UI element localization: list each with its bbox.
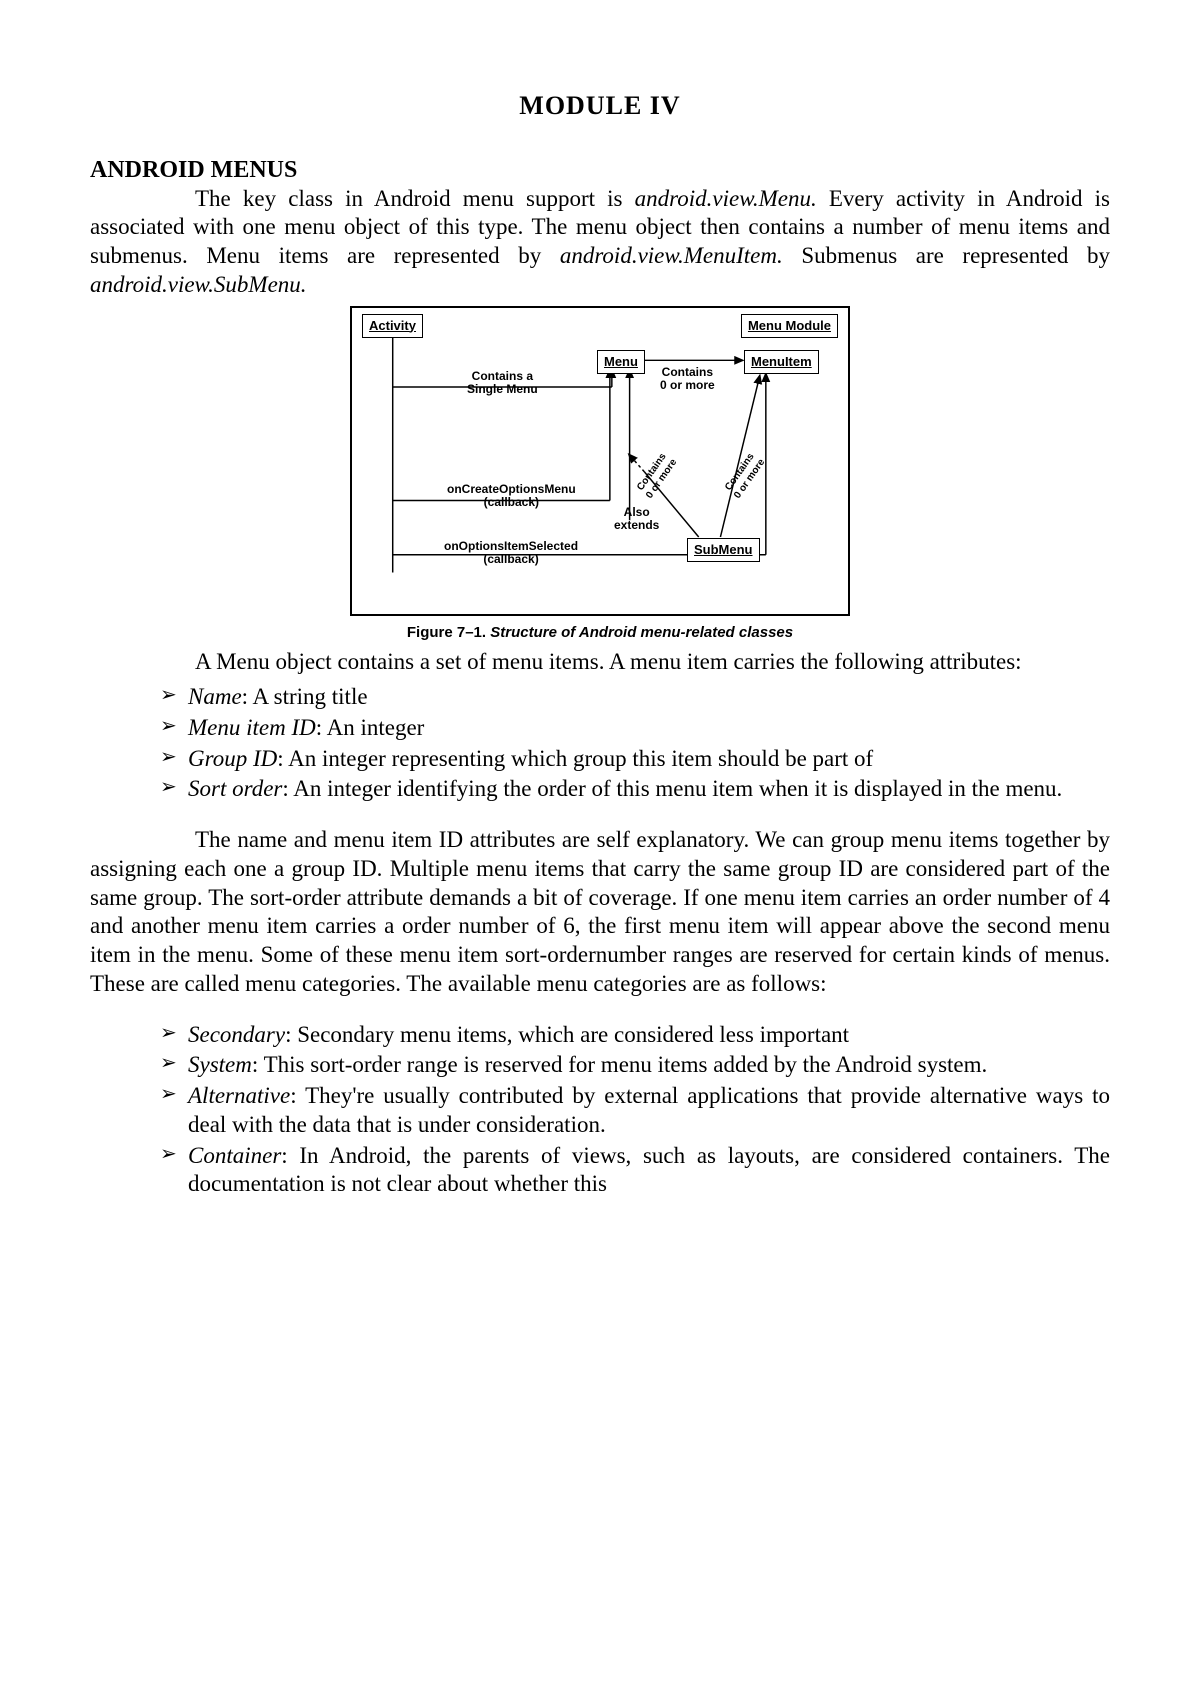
term-desc: : An integer identifying the order of th… xyxy=(282,776,1062,801)
diagram-label: Alsoextends xyxy=(614,506,659,534)
list-item: Menu item ID: An integer xyxy=(160,714,1110,743)
term: Secondary xyxy=(188,1022,285,1047)
diagram-label: Contains0 or more xyxy=(660,366,715,394)
paragraph-categories: The name and menu item ID attributes are… xyxy=(90,826,1110,999)
text: Submenus are represented by xyxy=(783,243,1110,268)
term: Sort order xyxy=(188,776,282,801)
figure-caption: Figure 7–1. Structure of Android menu-re… xyxy=(407,624,793,643)
diagram-box-menu-module: Menu Module xyxy=(741,314,838,338)
list-item: Name: A string title xyxy=(160,683,1110,712)
intro-paragraph: The key class in Android menu support is… xyxy=(90,185,1110,300)
module-title: MODULE IV xyxy=(90,90,1110,123)
text: The key class in Android menu support is xyxy=(195,186,635,211)
class-name: android.view.SubMenu. xyxy=(90,272,307,297)
categories-list: Secondary: Secondary menu items, which a… xyxy=(160,1021,1110,1200)
list-item: System: This sort-order range is reserve… xyxy=(160,1051,1110,1080)
term: Name xyxy=(188,684,242,709)
attributes-list: Name: A string titleMenu item ID: An int… xyxy=(160,683,1110,804)
term: Menu item ID xyxy=(188,715,316,740)
term-desc: : A string title xyxy=(242,684,368,709)
term: Group ID xyxy=(188,746,277,771)
diagram-label: Contains0 or more xyxy=(634,450,679,501)
diagram-label: Contains aSingle Menu xyxy=(467,370,538,398)
text: A Menu object contains a set of menu ite… xyxy=(195,649,1022,674)
diagram-box-menuitem: MenuItem xyxy=(744,350,819,374)
figure-label: Figure 7–1. xyxy=(407,624,490,641)
figure-desc: Structure of Android menu-related classe… xyxy=(490,624,793,641)
term-desc: : Secondary menu items, which are consid… xyxy=(285,1022,849,1047)
list-item: Group ID: An integer representing which … xyxy=(160,745,1110,774)
diagram-label: onOptionsItemSelected(callback) xyxy=(444,540,578,568)
diagram-label: onCreateOptionsMenu(callback) xyxy=(447,483,576,511)
class-name: android.view.Menu. xyxy=(635,186,817,211)
section-heading: ANDROID MENUS xyxy=(90,155,1110,185)
diagram-box-menu: Menu xyxy=(597,350,645,374)
term-desc: : An integer xyxy=(316,715,425,740)
paragraph-attributes-lead: A Menu object contains a set of menu ite… xyxy=(90,648,1110,677)
term-desc: : They're usually contributed by externa… xyxy=(188,1083,1110,1137)
figure-diagram: Activity Menu Module Menu MenuItem SubMe… xyxy=(90,306,1110,643)
list-item: Alternative: They're usually contributed… xyxy=(160,1082,1110,1140)
diagram-box-submenu: SubMenu xyxy=(687,538,760,562)
diagram-label: Contains0 or more xyxy=(722,450,767,501)
term: System xyxy=(188,1052,252,1077)
term: Alternative xyxy=(188,1083,290,1108)
term: Container xyxy=(188,1143,281,1168)
text: The name and menu item ID attributes are… xyxy=(90,827,1110,996)
term-desc: : This sort-order range is reserved for … xyxy=(252,1052,987,1077)
list-item: Secondary: Secondary menu items, which a… xyxy=(160,1021,1110,1050)
diagram-box-activity: Activity xyxy=(362,314,423,338)
list-item: Sort order: An integer identifying the o… xyxy=(160,775,1110,804)
class-name: android.view.MenuItem. xyxy=(560,243,783,268)
term-desc: : In Android, the parents of views, such… xyxy=(188,1143,1110,1197)
term-desc: : An integer representing which group th… xyxy=(277,746,873,771)
list-item: Container: In Android, the parents of vi… xyxy=(160,1142,1110,1200)
diagram-container: Activity Menu Module Menu MenuItem SubMe… xyxy=(350,306,850,616)
